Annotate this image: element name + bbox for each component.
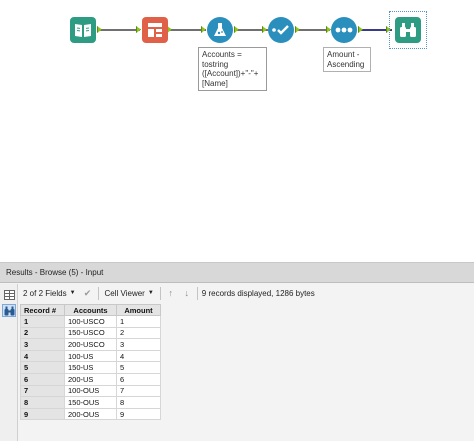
browse-tool[interactable] — [395, 17, 421, 43]
input-anchor[interactable] — [201, 26, 206, 33]
input-anchor[interactable] — [136, 26, 141, 33]
arrow-down-icon[interactable]: ↓ — [181, 287, 193, 299]
output-anchor[interactable] — [97, 26, 102, 33]
toolbar-divider — [97, 286, 99, 300]
data-view-button[interactable] — [2, 304, 16, 317]
sort-tool[interactable] — [331, 17, 357, 43]
select-icon — [272, 25, 289, 35]
toolbar-divider — [159, 286, 161, 300]
record-cell[interactable]: 3 — [20, 338, 65, 351]
connection-line — [296, 29, 330, 31]
grid-header-row: Record # Accounts Amount — [20, 304, 161, 316]
table-row[interactable]: 8 150-OUS 8 — [20, 396, 161, 409]
fields-label: 2 of 2 Fields — [23, 288, 67, 298]
amount-cell[interactable]: 7 — [116, 384, 161, 398]
formula-icon — [214, 23, 226, 36]
amount-cell[interactable]: 9 — [116, 407, 161, 421]
fields-dropdown[interactable]: 2 of 2 Fields ▼ — [21, 286, 78, 300]
output-anchor[interactable] — [234, 26, 239, 33]
output-anchor[interactable] — [358, 26, 363, 33]
sort-icon — [335, 27, 353, 33]
connection-line — [98, 29, 140, 31]
metadata-button[interactable] — [2, 288, 16, 301]
accounts-cell[interactable]: 100-USCO — [64, 315, 117, 328]
records-status: 9 records displayed, 1286 bytes — [201, 288, 315, 298]
table-row[interactable]: 2 150-USCO 2 — [20, 326, 161, 340]
header-amount[interactable]: Amount — [116, 304, 161, 316]
amount-cell[interactable]: 5 — [116, 361, 161, 374]
table-row[interactable]: 9 200-OUS 9 — [20, 407, 161, 421]
text-to-columns-tool[interactable] — [142, 17, 168, 43]
record-cell[interactable]: 6 — [20, 372, 65, 386]
checkmark-icon[interactable]: ✔ — [82, 287, 94, 299]
results-panel: Results - Browse (5) - Input 2 of 2 Fiel… — [0, 262, 474, 441]
table-row[interactable]: 3 200-USCO 3 — [20, 338, 161, 351]
table-row[interactable]: 5 150-US 5 — [20, 361, 161, 374]
browse-icon — [400, 23, 416, 37]
table-row[interactable]: 7 100-OUS 7 — [20, 384, 161, 398]
binoculars-icon — [4, 306, 14, 315]
table-row[interactable]: 6 200-US 6 — [20, 372, 161, 386]
results-grid[interactable]: Record # Accounts Amount 1 100-USCO 1 2 150-… — [20, 304, 161, 421]
formula-tool[interactable] — [207, 17, 233, 43]
amount-cell[interactable]: 3 — [116, 338, 161, 351]
select-tool[interactable] — [268, 17, 294, 43]
accounts-cell[interactable]: 100-US — [64, 349, 117, 363]
sort-annotation: Amount - Ascending — [323, 47, 371, 72]
amount-cell[interactable]: 1 — [116, 315, 161, 328]
table-row[interactable]: 4 100-US 4 — [20, 349, 161, 363]
grid-icon — [3, 289, 15, 300]
record-cell[interactable]: 2 — [20, 326, 65, 340]
workflow-canvas[interactable]: Accounts = tostring ([Account])+"-"+ [Na… — [0, 0, 474, 262]
record-cell[interactable]: 5 — [20, 361, 65, 374]
header-record[interactable]: Record # — [20, 304, 65, 316]
output-anchor[interactable] — [295, 26, 300, 33]
accounts-cell[interactable]: 150-OUS — [64, 396, 117, 409]
arrow-up-icon[interactable]: ↑ — [165, 287, 177, 299]
amount-cell[interactable]: 6 — [116, 372, 161, 386]
connection-line — [168, 29, 206, 31]
record-cell[interactable]: 8 — [20, 396, 65, 409]
record-cell[interactable]: 9 — [20, 407, 65, 421]
input-anchor[interactable] — [262, 26, 267, 33]
text-to-columns-icon — [148, 23, 162, 37]
amount-cell[interactable]: 2 — [116, 326, 161, 340]
record-cell[interactable]: 7 — [20, 384, 65, 398]
accounts-cell[interactable]: 150-US — [64, 361, 117, 374]
accounts-cell[interactable]: 150-USCO — [64, 326, 117, 340]
header-accounts[interactable]: Accounts — [64, 304, 117, 316]
accounts-cell[interactable]: 200-US — [64, 372, 117, 386]
results-toolbar: 2 of 2 Fields ▼ ✔ Cell Viewer ▼ ↑ ↓ 9 re… — [19, 284, 474, 302]
results-side-toolbar — [0, 284, 18, 441]
amount-cell[interactable]: 8 — [116, 396, 161, 409]
record-cell[interactable]: 4 — [20, 349, 65, 363]
input-tool[interactable] — [70, 17, 96, 43]
cell-viewer-dropdown[interactable]: Cell Viewer ▼ — [103, 286, 156, 300]
results-title: Results - Browse (5) - Input — [0, 263, 474, 283]
amount-cell[interactable]: 4 — [116, 349, 161, 363]
chevron-down-icon: ▼ — [69, 290, 76, 296]
formula-annotation: Accounts = tostring ([Account])+"-"+ [Na… — [198, 47, 267, 91]
accounts-cell[interactable]: 200-USCO — [64, 338, 117, 351]
accounts-cell[interactable]: 100-OUS — [64, 384, 117, 398]
cell-viewer-label: Cell Viewer — [104, 288, 145, 298]
table-row[interactable]: 1 100-USCO 1 — [20, 315, 161, 328]
toolbar-divider — [196, 286, 198, 300]
record-cell[interactable]: 1 — [20, 315, 65, 328]
accounts-cell[interactable]: 200-OUS — [64, 407, 117, 421]
chevron-down-icon: ▼ — [147, 290, 154, 296]
input-icon — [75, 24, 91, 37]
